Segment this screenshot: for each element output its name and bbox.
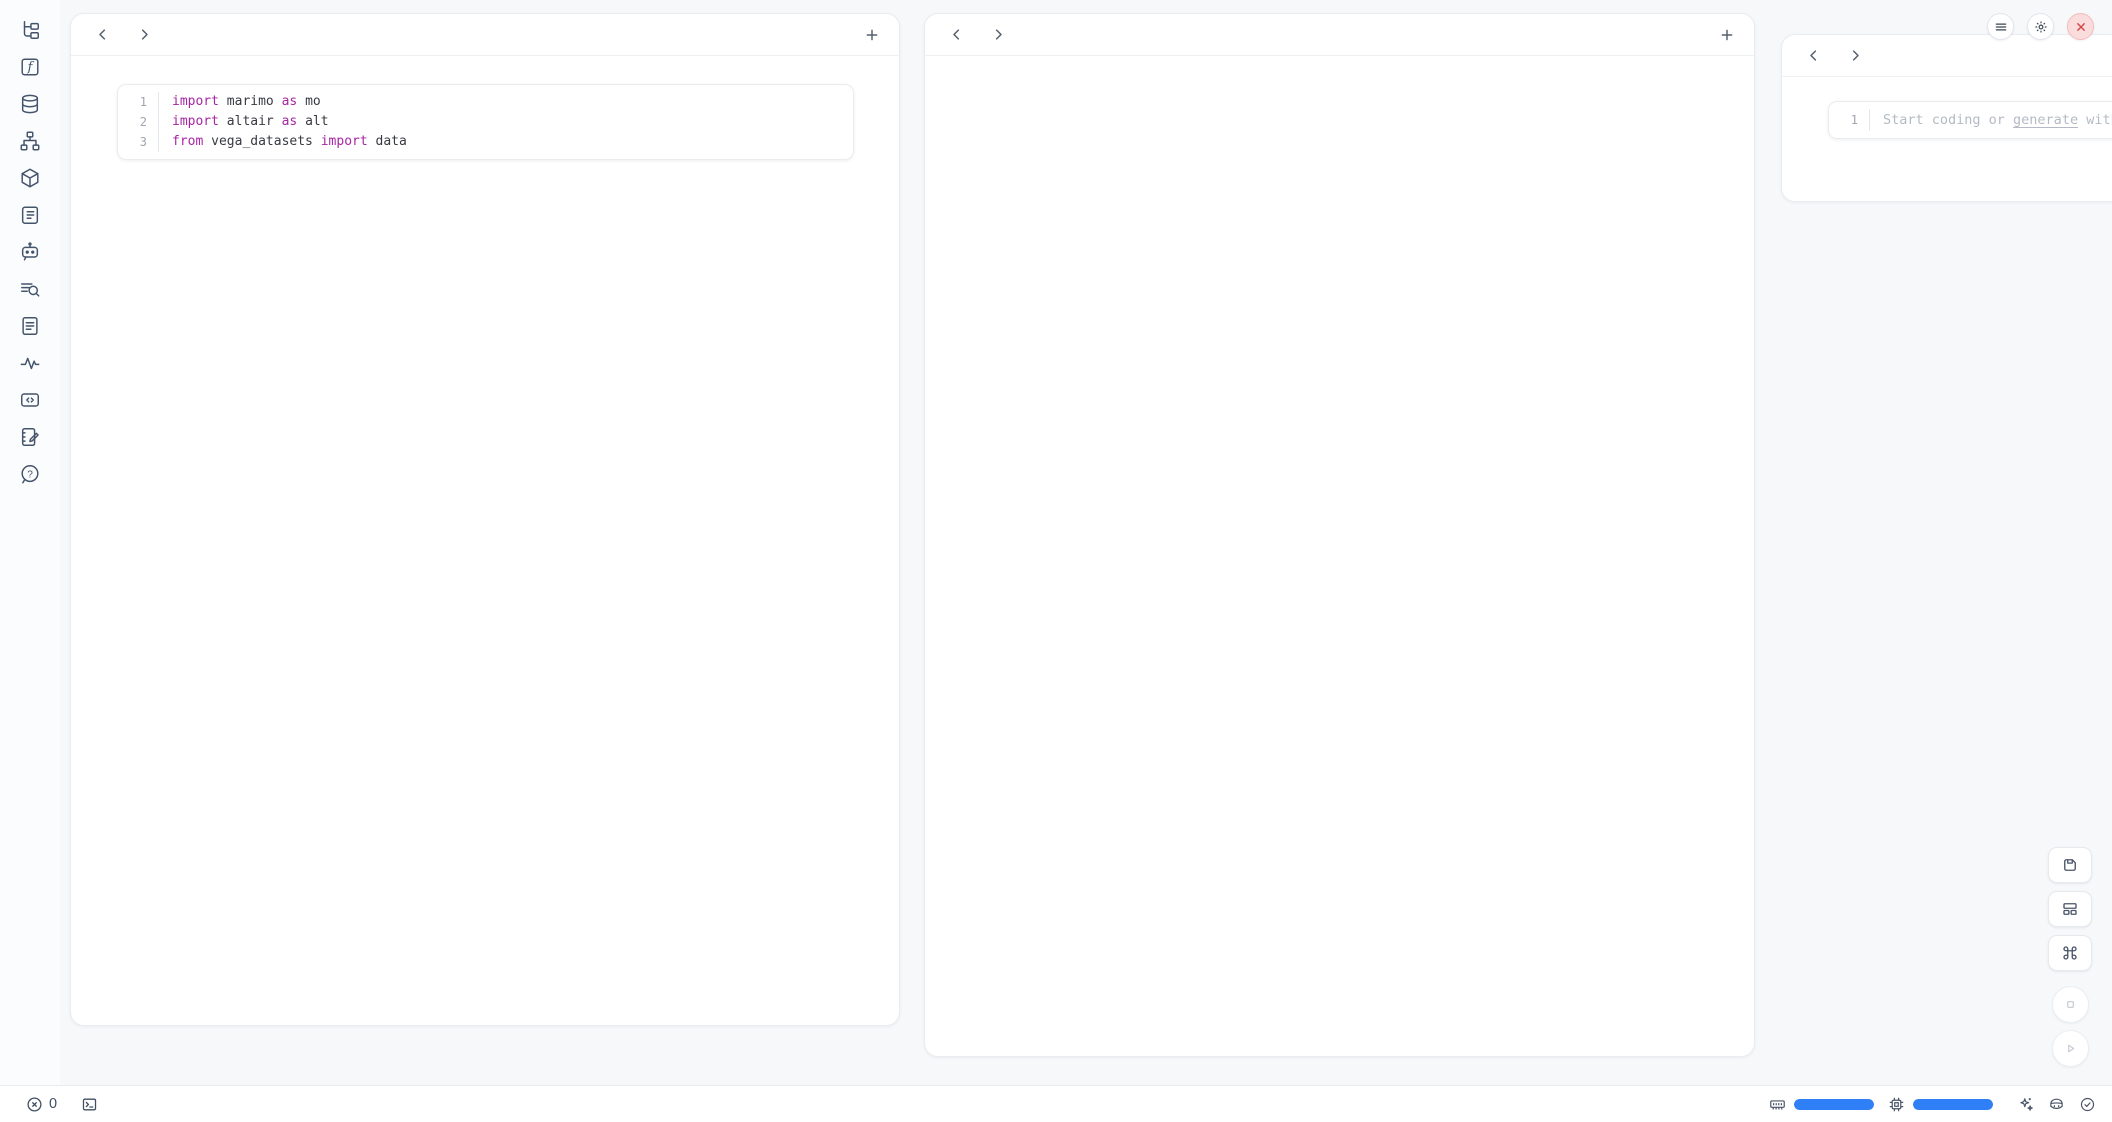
left-panel-nav bbox=[71, 14, 899, 56]
chevron-left-icon[interactable] bbox=[89, 22, 115, 48]
status-bar: 0 bbox=[0, 1085, 2112, 1122]
copilot-icon[interactable] bbox=[2048, 1096, 2065, 1113]
rail-button-tracing[interactable] bbox=[12, 351, 48, 374]
play-icon bbox=[2062, 1040, 2079, 1057]
error-indicator[interactable]: 0 bbox=[26, 1096, 57, 1113]
chevron-right-icon[interactable] bbox=[985, 22, 1011, 48]
rail-button-logs[interactable] bbox=[12, 203, 48, 226]
chevron-left-icon[interactable] bbox=[1800, 43, 1826, 69]
documentation-icon bbox=[19, 315, 41, 337]
logs-icon bbox=[19, 204, 41, 226]
rail-button-functions[interactable]: f bbox=[12, 55, 48, 78]
helper-panel-rail: f? bbox=[0, 0, 60, 1085]
floating-actions bbox=[2048, 847, 2092, 1067]
save-icon bbox=[2061, 856, 2079, 874]
chevron-left-icon[interactable] bbox=[943, 22, 969, 48]
close-icon bbox=[2074, 20, 2088, 34]
run-button[interactable] bbox=[2052, 1030, 2089, 1067]
settings-button[interactable] bbox=[2027, 13, 2054, 40]
line-gutter: 3⌄ bbox=[118, 132, 158, 152]
ai-chat-icon bbox=[19, 241, 41, 263]
generate-with-ai-link[interactable]: generate bbox=[2013, 112, 2078, 128]
shutdown-button[interactable] bbox=[2067, 13, 2094, 40]
chevron-right-icon[interactable] bbox=[131, 22, 157, 48]
line-gutter: 2⌄ bbox=[118, 112, 158, 132]
rail-button-help[interactable]: ? bbox=[12, 462, 48, 485]
layout-icon bbox=[2061, 900, 2079, 918]
command-icon bbox=[2061, 944, 2079, 962]
middle-panel-nav bbox=[925, 14, 1754, 56]
ai-sparkles-icon[interactable] bbox=[2017, 1096, 2034, 1113]
cpu-usage-meter bbox=[1913, 1099, 1993, 1110]
gear-icon bbox=[2034, 20, 2048, 34]
window-controls bbox=[1987, 13, 2094, 40]
keyboard-shortcuts-button[interactable] bbox=[2048, 935, 2092, 971]
ram-icon bbox=[1769, 1096, 1786, 1113]
datasources-icon bbox=[19, 93, 41, 115]
rail-button-packages[interactable] bbox=[12, 166, 48, 189]
circle-x-icon bbox=[26, 1096, 43, 1113]
rail-button-file-explorer[interactable] bbox=[12, 18, 48, 41]
empty-code-cell[interactable]: 1⌄ Start coding or generate with bbox=[1828, 101, 2112, 139]
packages-icon bbox=[19, 167, 41, 189]
dependencies-icon bbox=[19, 130, 41, 152]
chevron-right-icon[interactable] bbox=[1842, 43, 1868, 69]
left-notebook-column: 1⌄import marimo as mo2⌄import altair as … bbox=[70, 13, 900, 1026]
ram-usage-meter bbox=[1794, 1099, 1874, 1110]
scratchpad-icon bbox=[19, 426, 41, 448]
code-placeholder[interactable]: Start coding or generate with bbox=[1869, 109, 2112, 131]
rail-button-documentation[interactable] bbox=[12, 314, 48, 337]
right-panel-nav bbox=[1782, 35, 2112, 77]
stop-icon bbox=[2062, 996, 2079, 1013]
tracing-icon bbox=[19, 352, 41, 374]
connection-status-icon[interactable] bbox=[2079, 1096, 2096, 1113]
rail-button-snippets[interactable] bbox=[12, 388, 48, 411]
menu-button[interactable] bbox=[1987, 13, 2014, 40]
code-cell-imports[interactable]: 1⌄import marimo as mo2⌄import altair as … bbox=[117, 84, 854, 160]
menu-icon bbox=[1994, 20, 2008, 34]
rail-button-dependencies[interactable] bbox=[12, 129, 48, 152]
code-editor[interactable]: 1⌄import marimo as mo2⌄import altair as … bbox=[118, 85, 853, 159]
svg-text:f: f bbox=[27, 60, 35, 75]
terminal-button[interactable] bbox=[81, 1096, 98, 1113]
rail-button-datasources[interactable] bbox=[12, 92, 48, 115]
line-gutter: 1⌄ bbox=[118, 92, 158, 112]
search-icon bbox=[19, 278, 41, 300]
functions-icon: f bbox=[19, 56, 41, 78]
right-notebook-column: 1⌄ Start coding or generate with bbox=[1781, 34, 2112, 202]
layout-toggle-button[interactable] bbox=[2048, 891, 2092, 927]
error-count: 0 bbox=[49, 1096, 57, 1112]
file-explorer-icon bbox=[19, 19, 41, 41]
line-number: 1 bbox=[1851, 109, 1858, 131]
middle-notebook-column bbox=[924, 13, 1755, 1057]
add-cell-button[interactable] bbox=[859, 22, 885, 48]
rail-button-search[interactable] bbox=[12, 277, 48, 300]
snippets-icon bbox=[19, 389, 41, 411]
save-button[interactable] bbox=[2048, 847, 2092, 883]
svg-text:?: ? bbox=[27, 469, 33, 480]
cpu-icon bbox=[1888, 1096, 1905, 1113]
stop-button[interactable] bbox=[2052, 986, 2089, 1023]
rail-button-ai-chat[interactable] bbox=[12, 240, 48, 263]
terminal-icon bbox=[81, 1096, 98, 1113]
help-icon: ? bbox=[19, 463, 41, 485]
rail-button-scratchpad[interactable] bbox=[12, 425, 48, 448]
add-cell-button[interactable] bbox=[1714, 22, 1740, 48]
